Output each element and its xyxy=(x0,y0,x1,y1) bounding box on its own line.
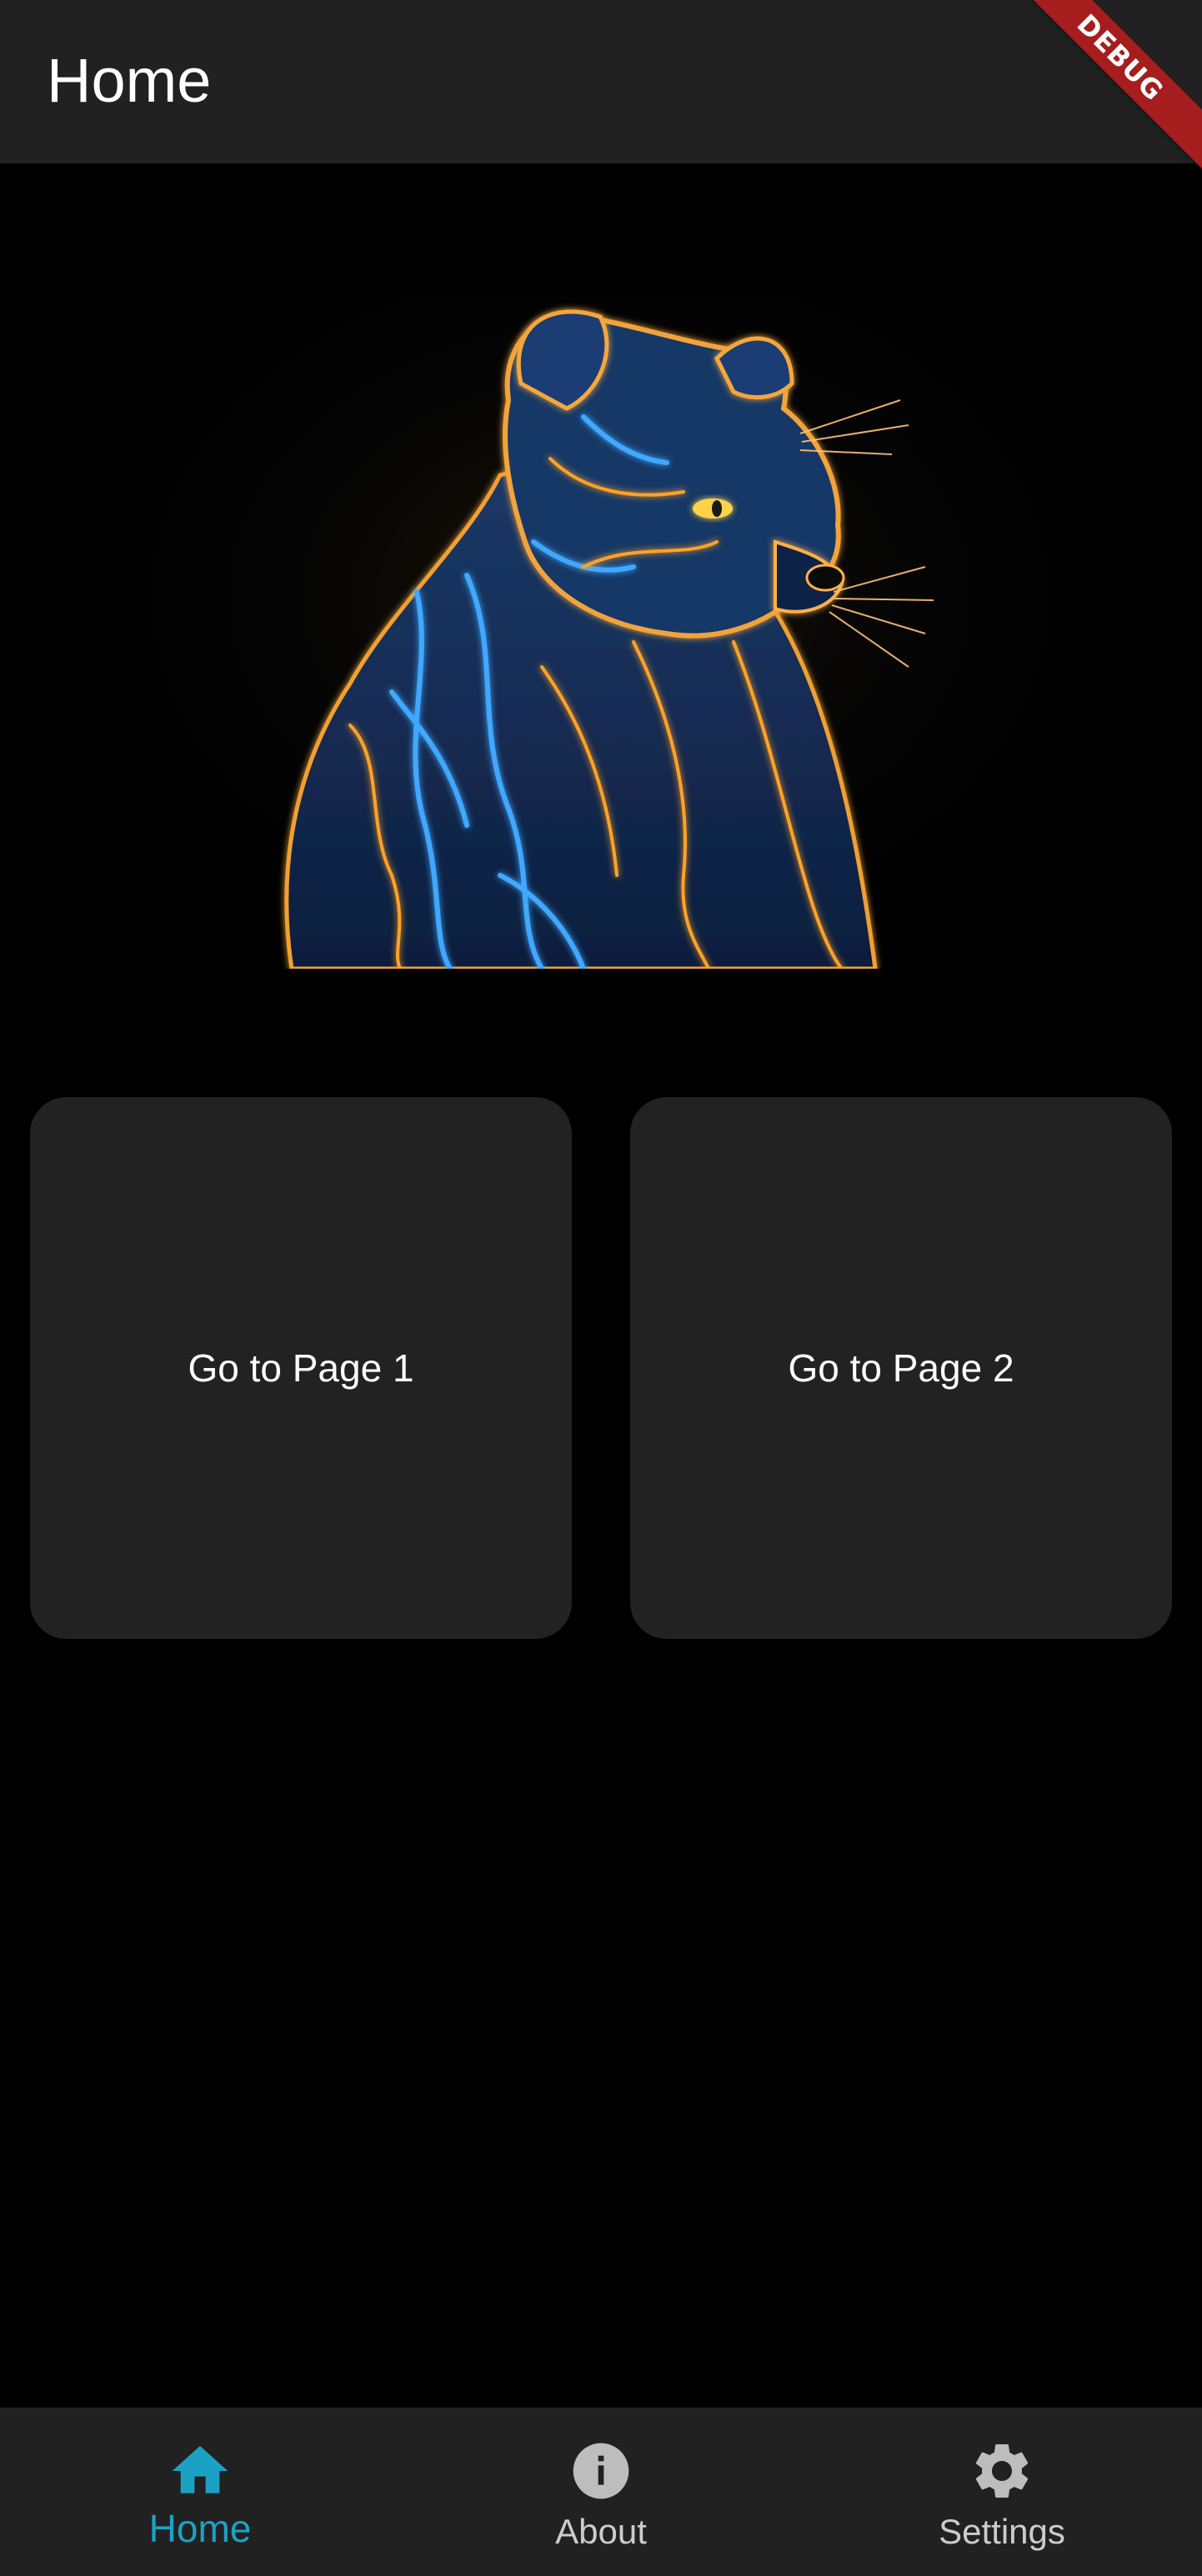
info-icon xyxy=(573,2443,629,2499)
panther-illustration xyxy=(0,292,1202,969)
go-to-page-1-label: Go to Page 1 xyxy=(188,1346,414,1390)
gear-icon xyxy=(975,2444,1029,2498)
nav-tab-about-label: About xyxy=(555,2512,647,2551)
page-buttons: Go to Page 1 Go to Page 2 xyxy=(30,1097,1172,1639)
go-to-page-2-label: Go to Page 2 xyxy=(788,1346,1014,1390)
go-to-page-1-button[interactable]: Go to Page 1 xyxy=(30,1097,572,1639)
nav-tab-settings-label: Settings xyxy=(939,2512,1065,2551)
page-title: Home xyxy=(47,46,212,115)
debug-label: DEBUG xyxy=(1019,0,1202,183)
bottom-navigation-bar: Home About Settings xyxy=(0,2408,1202,2576)
nav-tab-settings[interactable]: Settings xyxy=(802,2408,1202,2576)
go-to-page-2-button[interactable]: Go to Page 2 xyxy=(630,1097,1172,1639)
nav-tab-home-label: Home xyxy=(148,2507,252,2550)
home-icon xyxy=(172,2446,228,2493)
nav-tab-home[interactable]: Home xyxy=(0,2408,400,2576)
hero-image xyxy=(0,292,1202,969)
debug-banner: DEBUG xyxy=(1019,0,1202,183)
nav-tab-about[interactable]: About xyxy=(401,2408,801,2576)
